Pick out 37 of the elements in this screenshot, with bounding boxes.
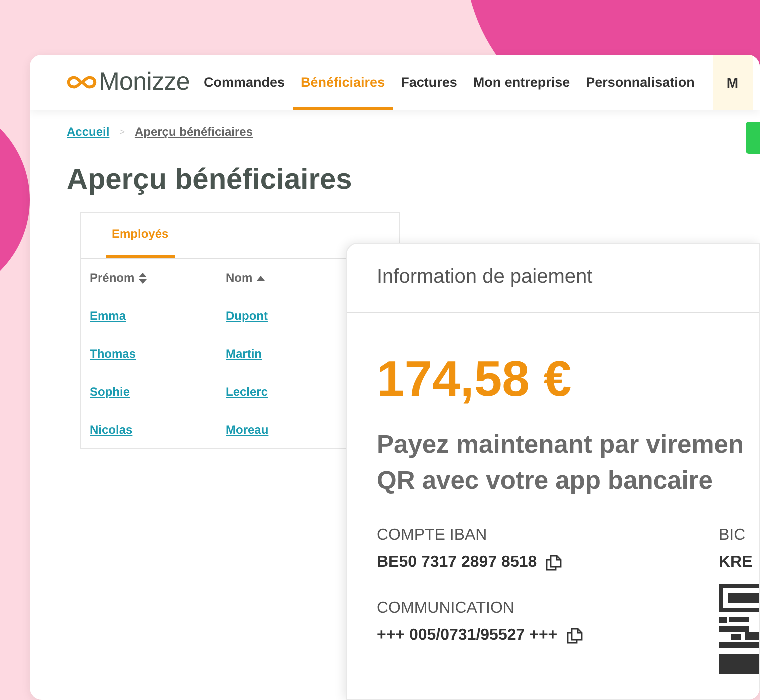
sort-icon[interactable]: [138, 272, 147, 284]
field-label: COMMUNICATION: [377, 599, 516, 619]
logo-text: Monizze: [99, 68, 190, 97]
name-link[interactable]: Moreau: [226, 423, 269, 437]
name-link[interactable]: Sophie: [90, 385, 130, 399]
field-label: BIC: [719, 526, 747, 546]
page-title: Aperçu bénéficiaires: [67, 163, 354, 198]
infinity-logo-icon: [67, 75, 97, 90]
field-value: KRE: [719, 553, 754, 573]
breadcrumb-separator: >: [120, 127, 125, 137]
breadcrumb-link[interactable]: Aperçu bénéficiaires: [134, 125, 254, 139]
sort-up-icon[interactable]: [256, 276, 265, 280]
field-label: COMPTE IBAN: [377, 526, 488, 546]
instruction-text: Payez maintenant par viremen: [377, 430, 746, 461]
instruction-text: QR avec votre app bancaire: [377, 466, 714, 497]
card-title: Information de paiement: [347, 244, 759, 313]
amount: 174,58 €: [377, 350, 573, 409]
account-button[interactable]: M: [712, 55, 753, 110]
nav-tab[interactable]: Mon entreprise: [465, 58, 578, 110]
breadcrumb-link[interactable]: Accueil: [67, 125, 110, 139]
tab[interactable]: Employés: [106, 213, 175, 258]
name-link[interactable]: Dupont: [226, 309, 268, 323]
nav-tab[interactable]: Personnalisation: [578, 58, 703, 110]
nav-tab[interactable]: Commandes: [196, 58, 294, 110]
field-value: +++ 005/0731/95527 +++: [377, 626, 558, 646]
name-link[interactable]: Martin: [226, 347, 262, 361]
copy-icon[interactable]: [545, 554, 564, 572]
name-link[interactable]: Thomas: [90, 347, 136, 361]
column-header[interactable]: Prénom: [90, 271, 135, 285]
nav-tab[interactable]: Factures: [393, 58, 466, 110]
copy-icon[interactable]: [566, 627, 584, 645]
column-header[interactable]: Nom: [226, 271, 253, 285]
name-link[interactable]: Emma: [90, 309, 126, 323]
name-link[interactable]: Leclerc: [226, 385, 268, 399]
field-value: BE50 7317 2897 8518: [377, 553, 538, 573]
name-link[interactable]: Nicolas: [90, 423, 133, 437]
nav-tab[interactable]: Bénéficiaires: [293, 58, 394, 110]
